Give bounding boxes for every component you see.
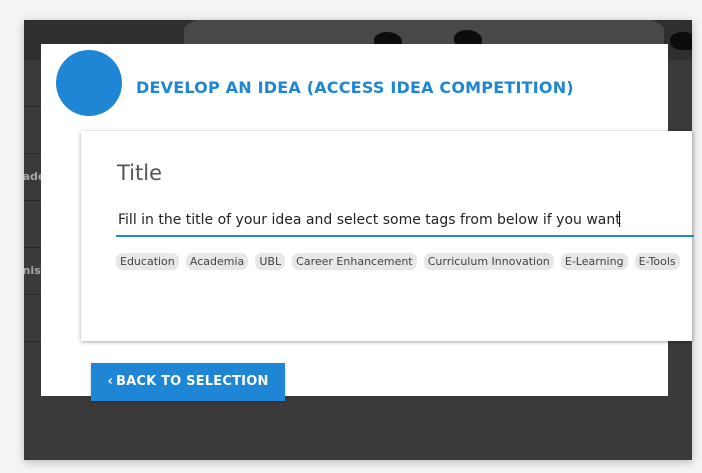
tag-curriculum-innovation[interactable]: Curriculum Innovation — [423, 253, 554, 270]
modal-icon-circle — [56, 50, 122, 116]
tag-academia[interactable]: Academia — [185, 253, 249, 270]
tag-e-learning[interactable]: E-Learning — [560, 253, 628, 270]
screenshot-frame: ademy nistrat DEVELOP AN IDEA (ACCESS ID… — [0, 0, 702, 473]
text-caret — [618, 211, 620, 227]
back-to-selection-button[interactable]: ‹ BACK TO SELECTION — [91, 363, 285, 401]
tag-e-tools[interactable]: E-Tools — [634, 253, 680, 270]
tag-education[interactable]: Education — [116, 253, 179, 270]
title-field-label: Title — [117, 161, 163, 185]
back-button-label: BACK TO SELECTION — [116, 374, 269, 389]
title-input[interactable]: Fill in the title of your idea and selec… — [116, 207, 694, 237]
chevron-left-icon: ‹ — [107, 374, 113, 389]
title-input-placeholder: Fill in the title of your idea and selec… — [118, 212, 621, 228]
modal-title: DEVELOP AN IDEA (ACCESS IDEA COMPETITION… — [136, 78, 574, 97]
title-card: Title Fill in the title of your idea and… — [81, 131, 694, 341]
tag-list: Education Academia UBL Career Enhancemen… — [116, 250, 682, 270]
tag-ubl[interactable]: UBL — [255, 253, 286, 270]
tag-career-enhancement[interactable]: Career Enhancement — [292, 253, 417, 270]
background-decoration — [670, 32, 692, 50]
